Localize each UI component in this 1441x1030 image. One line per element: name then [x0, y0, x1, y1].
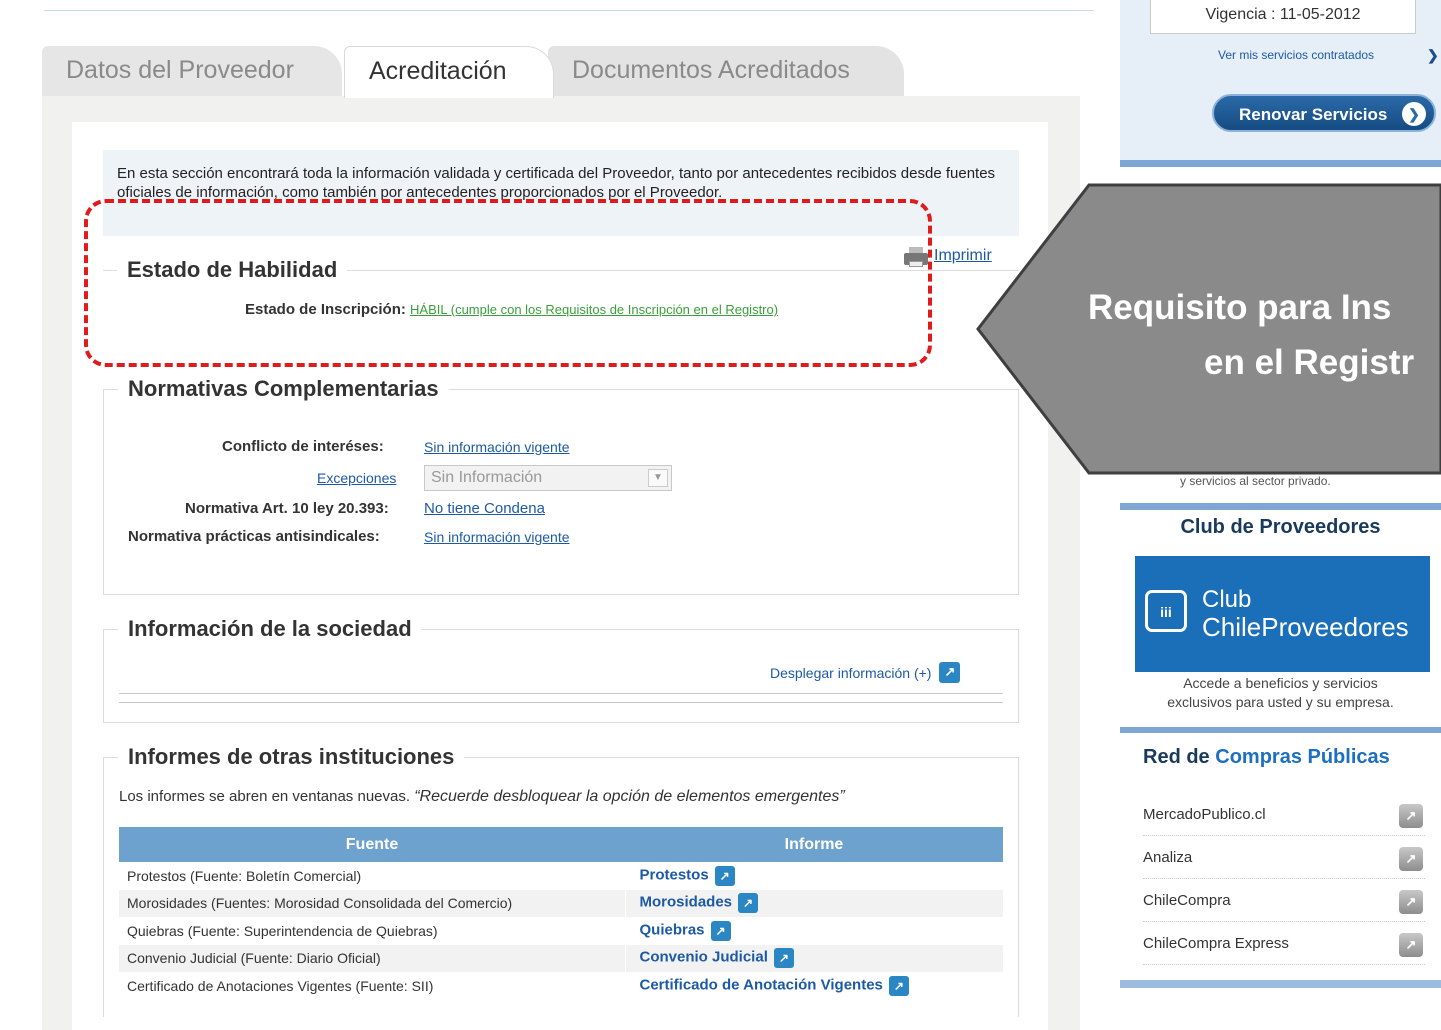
informe-cell: Quiebras ↗	[624, 917, 1003, 945]
chevron-down-icon: ▼	[648, 469, 668, 487]
conflicto-row: Conflicto de interéses:	[222, 438, 384, 455]
red-item-label: ChileCompra Express	[1143, 935, 1289, 952]
red-compras-title: Red de Compras Públicas	[1143, 746, 1390, 769]
notice-italic: “Recuerde desbloquear la opción de eleme…	[414, 788, 845, 805]
tab-documentos-acreditados[interactable]: Documentos Acreditados	[548, 46, 904, 98]
fuente-cell: Certificado de Anotaciones Vigentes (Fue…	[127, 977, 434, 994]
red-item-label: ChileCompra	[1143, 892, 1231, 909]
antisindicales-link[interactable]: Sin información vigente	[424, 529, 570, 545]
table-row: Convenio Judicial (Fuente: Diario Oficia…	[119, 944, 1003, 972]
informe-link-convenio[interactable]: Convenio Judicial	[640, 949, 768, 966]
sidebar-separator	[1120, 160, 1441, 167]
conflicto-link[interactable]: Sin información vigente	[424, 439, 570, 455]
external-arrow-icon[interactable]: ↗	[714, 865, 735, 886]
sidebar-separator	[1120, 727, 1441, 733]
col-fuente: Fuente	[119, 827, 625, 862]
informe-link-morosidades[interactable]: Morosidades	[640, 894, 733, 911]
callout-line: en el Registr	[1204, 343, 1415, 382]
club-logo-text: ChileProveedores	[1202, 612, 1409, 642]
club-description: Accede a beneficios y servicios exclusiv…	[1120, 674, 1441, 712]
informe-link-certificado[interactable]: Certificado de Anotación Vigentes	[640, 976, 883, 993]
art10-row: Normativa Art. 10 ley 20.393:	[185, 500, 389, 517]
callout-text: Requisito para Ins en el Registr	[1088, 280, 1414, 390]
external-arrow-icon[interactable]: ↗	[738, 893, 759, 914]
club-logo-icon: iii	[1145, 590, 1187, 632]
conflicto-label: Conflicto de interéses:	[222, 438, 384, 455]
notice-text: Los informes se abren en ventanas nuevas…	[119, 788, 411, 805]
red-item-analiza[interactable]: Analiza ↗	[1143, 837, 1425, 879]
external-arrow-icon: ↗	[1399, 890, 1423, 914]
external-arrow-icon: ↗	[1399, 933, 1423, 957]
informe-cell: Convenio Judicial ↗	[624, 944, 1003, 972]
expand-info-button[interactable]: Desplegar información (+) ↗	[770, 662, 961, 683]
table-row: Morosidades (Fuentes: Morosidad Consolid…	[119, 889, 1003, 917]
top-divider	[44, 10, 1094, 11]
red-item-chilecompra-express[interactable]: ChileCompra Express ↗	[1143, 923, 1425, 965]
ver-servicios-link[interactable]: Ver mis servicios contratados	[1218, 48, 1374, 62]
informe-cell: Morosidades ↗	[624, 889, 1003, 917]
club-title: Club de Proveedores	[1180, 516, 1381, 538]
divider	[119, 693, 1003, 694]
fuente-cell: Morosidades (Fuentes: Morosidad Consolid…	[119, 889, 625, 917]
normativas-title: Normativas Complementarias	[118, 376, 449, 402]
excepciones-select[interactable]: Sin Información ▼	[424, 465, 672, 491]
red-item-mercadopublico[interactable]: MercadoPublico.cl ↗	[1143, 794, 1425, 836]
fuente-cell: Quiebras (Fuente: Superintendencia de Qu…	[127, 922, 438, 939]
fuente-cell: Convenio Judicial (Fuente: Diario Oficia…	[119, 944, 625, 972]
red-item-label: Analiza	[1143, 849, 1193, 866]
external-arrow-icon: ↗	[1399, 804, 1423, 828]
red-title-part: Red de	[1143, 746, 1210, 768]
club-desc-line: Accede a beneficios y servicios	[1183, 675, 1378, 691]
antisindicales-label: Normativa prácticas antisindicales:	[128, 528, 380, 545]
informes-table: Fuente Informe Protestos (Fuente: Boletí…	[119, 827, 1003, 1000]
fuente-cell: Protestos (Fuente: Boletín Comercial)	[127, 867, 362, 884]
highlight-box	[84, 199, 932, 367]
club-logo-text: Club	[1202, 586, 1252, 613]
excepciones-link[interactable]: Excepciones	[317, 470, 396, 486]
divider	[119, 702, 1003, 703]
expand-info-label: Desplegar información (+)	[770, 664, 932, 681]
external-arrow-icon[interactable]: ↗	[888, 975, 909, 996]
popup-notice: Los informes se abren en ventanas nuevas…	[119, 788, 845, 806]
red-item-chilecompra[interactable]: ChileCompra ↗	[1143, 880, 1425, 922]
antisindicales-row: Normativa prácticas antisindicales:	[128, 528, 380, 545]
club-proveedores-banner[interactable]: iii Club ChileProveedores	[1135, 556, 1430, 672]
informes-title: Informes de otras instituciones	[118, 744, 465, 770]
external-arrow-icon[interactable]: ↗	[773, 948, 794, 969]
normativas-section: Normativas Complementarias	[103, 376, 1019, 595]
table-row: Certificado de Anotaciones Vigentes (Fue…	[119, 972, 1003, 1000]
faded-text: y servicios al sector privado.	[1180, 474, 1331, 488]
club-desc-line: exclusivos para usted y su empresa.	[1167, 694, 1394, 710]
renovar-servicios-button[interactable]: Renovar Servicios ❯	[1212, 94, 1436, 132]
excepciones-select-value: Sin Información	[431, 469, 543, 486]
external-arrow-icon: ↗	[1399, 847, 1423, 871]
red-item-label: MercadoPublico.cl	[1143, 806, 1266, 823]
table-header-row: Fuente Informe	[119, 827, 1003, 862]
chevron-right-icon: ❯	[1427, 47, 1439, 63]
informe-link-protestos[interactable]: Protestos	[640, 866, 709, 883]
art10-label: Normativa Art. 10 ley 20.393:	[185, 500, 389, 517]
informe-link-quiebras[interactable]: Quiebras	[640, 921, 705, 938]
sidebar-bottom-bar	[1120, 980, 1441, 988]
tab-datos-proveedor[interactable]: Datos del Proveedor	[42, 46, 342, 98]
red-title-highlight: Compras Públicas	[1215, 746, 1390, 768]
arrow-right-icon: ❯	[1402, 102, 1426, 126]
sidebar-separator	[1120, 503, 1441, 510]
tab-acreditacion[interactable]: Acreditación	[344, 46, 554, 98]
art10-link[interactable]: No tiene Condena	[424, 500, 545, 517]
informe-cell: Certificado de Anotación Vigentes ↗	[624, 972, 1003, 1000]
vigencia-box: Vigencia : 11-05-2012	[1150, 0, 1416, 34]
external-arrow-icon[interactable]: ↗	[710, 920, 731, 941]
renovar-label: Renovar Servicios	[1239, 105, 1388, 124]
col-informe: Informe	[625, 827, 1003, 862]
informe-cell: Protestos ↗	[624, 862, 1003, 890]
table-row: Protestos (Fuente: Boletín Comercial) Pr…	[119, 862, 1003, 890]
sociedad-title: Información de la sociedad	[118, 616, 422, 642]
table-row: Quiebras (Fuente: Superintendencia de Qu…	[119, 917, 1003, 945]
callout-line: Requisito para Ins	[1088, 288, 1392, 327]
tab-bar: Datos del Proveedor Documentos Acreditad…	[42, 46, 912, 98]
external-arrow-icon: ↗	[939, 662, 961, 683]
